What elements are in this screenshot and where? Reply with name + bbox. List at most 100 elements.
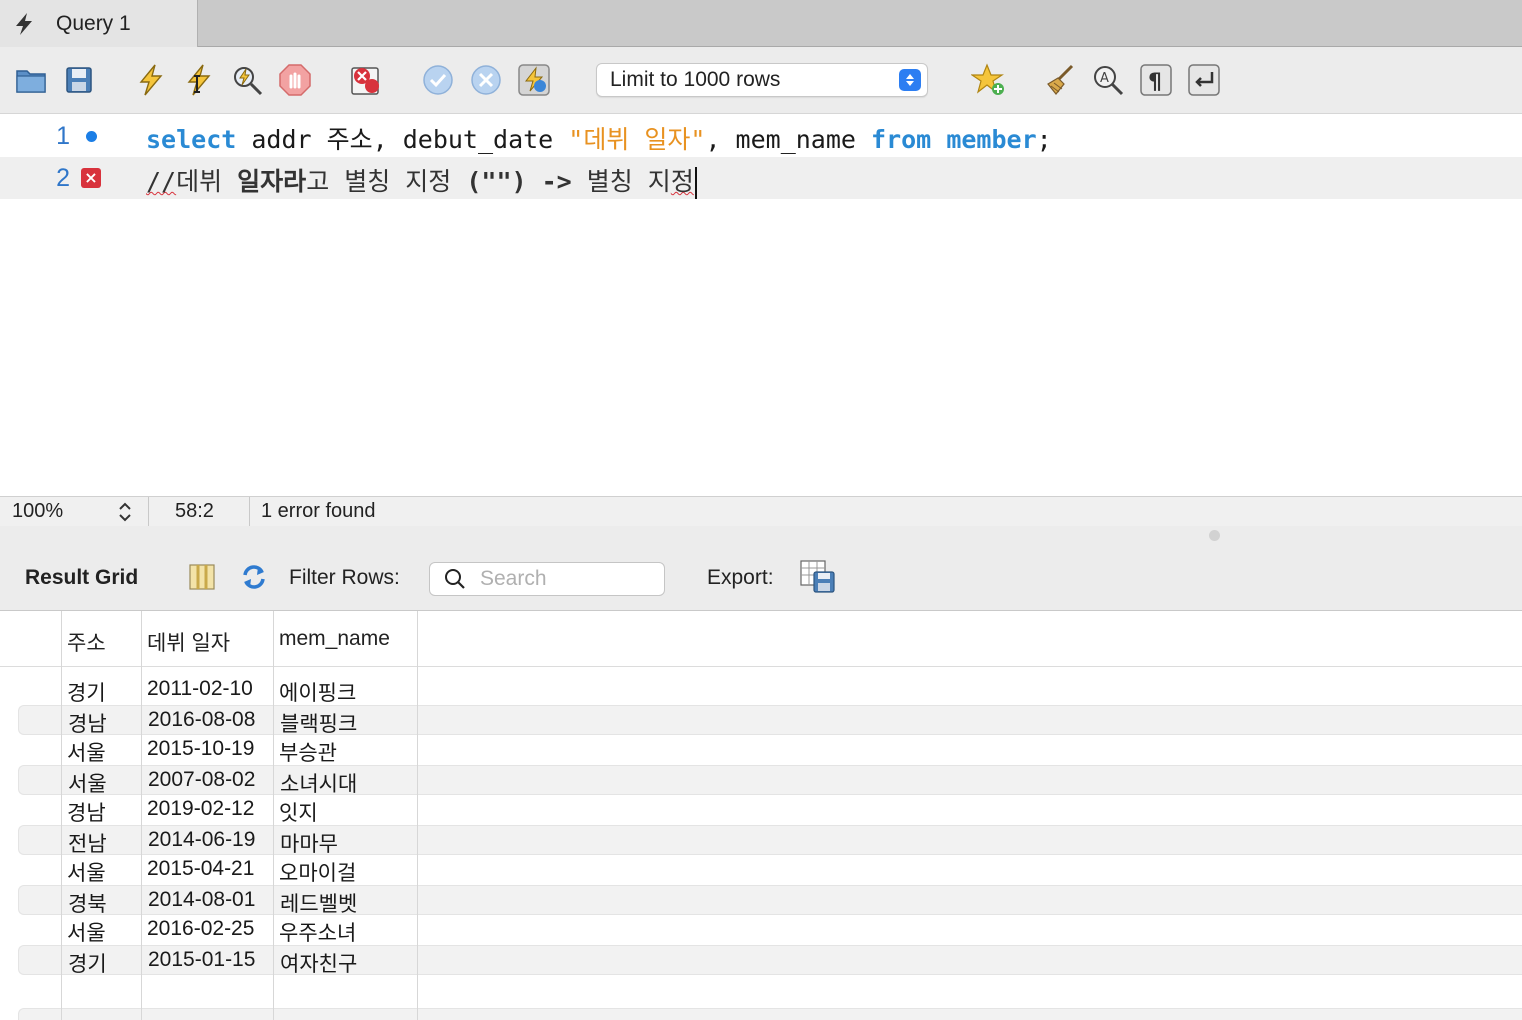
code-plain: addr 주소, debut_date <box>236 125 569 154</box>
table-cell[interactable]: 전남 <box>68 828 107 858</box>
table-cell[interactable]: 경남 <box>67 797 106 827</box>
column-header[interactable]: mem_name <box>279 627 390 651</box>
tab-query-1[interactable]: Query 1 <box>0 0 198 47</box>
svg-text:A: A <box>1100 71 1109 86</box>
lightning-icon <box>139 64 163 96</box>
pilcrow-icon: ¶ <box>1140 64 1172 96</box>
result-grid-label[interactable]: Result Grid <box>25 566 138 590</box>
code-error-token: // <box>146 167 177 196</box>
table-cell[interactable]: 경기 <box>67 677 106 707</box>
export-icon[interactable] <box>799 559 837 595</box>
table-row[interactable]: 서울 2007-08-02 소녀시대 <box>18 765 1522 798</box>
table-cell[interactable]: 오마이걸 <box>279 857 356 887</box>
table-cell[interactable]: 2016-02-25 <box>147 917 254 941</box>
table-row[interactable]: 경남 2019-02-12 잇지 <box>18 795 1522 825</box>
table-row[interactable]: 경남 2016-08-08 블랙핑크 <box>18 705 1522 738</box>
save-button[interactable] <box>59 60 99 100</box>
word-wrap-toggle[interactable] <box>1184 60 1224 100</box>
column-header[interactable]: 데뷔 일자 <box>147 627 230 657</box>
autocommit-toggle[interactable] <box>514 60 554 100</box>
tab-bar: Query 1 <box>0 0 1522 47</box>
table-row[interactable]: 경기 2015-01-15 여자친구 <box>18 945 1522 978</box>
result-grid[interactable]: 주소 데뷔 일자 mem_name 경기 2011-02-10 에이핑크경남 2016… <box>0 611 1522 1020</box>
table-cell[interactable]: 부승관 <box>279 737 337 767</box>
table-row[interactable]: 서울 2015-04-21 오마이걸 <box>18 855 1522 885</box>
execute-current-button[interactable] <box>179 60 219 100</box>
commit-button[interactable] <box>418 60 458 100</box>
broom-icon <box>1047 64 1074 95</box>
code-plain: , mem_name <box>705 125 872 154</box>
table-cell[interactable]: 2007-08-02 <box>148 768 255 792</box>
table-cell[interactable]: 2011-02-10 <box>147 677 253 701</box>
editor-status-bar: 100% 58:2 1 error found <box>0 496 1522 527</box>
explain-button[interactable] <box>227 60 267 100</box>
table-cell[interactable]: 경북 <box>68 888 107 918</box>
editor-line-2[interactable]: 2 × //데뷔 일자라고 별칭 지정 ("") -> 별칭 지정 <box>0 157 1522 199</box>
rollback-button[interactable] <box>466 60 506 100</box>
table-cell[interactable]: 2019-02-12 <box>147 797 254 821</box>
table-cell[interactable]: 2014-06-19 <box>148 828 255 852</box>
table-cell[interactable]: 레드벨벳 <box>280 888 357 918</box>
table-row[interactable]: 서울 2016-02-25 우주소녀 <box>18 915 1522 945</box>
grid-layout-icon[interactable] <box>187 562 217 592</box>
table-cell[interactable]: 2015-04-21 <box>147 857 254 881</box>
beautify-button[interactable] <box>1040 60 1080 100</box>
stop-button[interactable] <box>275 60 315 100</box>
table-cell[interactable]: 서울 <box>67 917 106 947</box>
open-file-button[interactable] <box>11 60 51 100</box>
table-row[interactable]: 경기 2011-02-10 에이핑크 <box>18 675 1522 705</box>
table-cell[interactable]: 서울 <box>67 737 106 767</box>
result-toolbar: Result Grid Filter Rows: Export: <box>0 526 1522 611</box>
table-cell[interactable]: 서울 <box>67 857 106 887</box>
stop-on-error-icon <box>351 67 379 95</box>
refresh-icon[interactable] <box>239 562 269 592</box>
lightning-cursor-icon <box>187 64 211 96</box>
export-label: Export: <box>707 566 774 589</box>
chevron-updown-icon <box>899 69 921 91</box>
limit-rows-select[interactable]: Limit to 1000 rows <box>596 63 928 97</box>
sql-editor[interactable]: 1 select addr 주소, debut_date "데뷔 일자", me… <box>0 115 1522 496</box>
folder-icon <box>16 70 46 93</box>
invisible-chars-toggle[interactable]: ¶ <box>1136 60 1176 100</box>
line-number: 1 <box>56 122 70 150</box>
resize-handle[interactable] <box>1209 530 1220 541</box>
table-cell[interactable]: 블랙핑크 <box>280 708 357 738</box>
table-cell[interactable]: 잇지 <box>279 797 318 827</box>
grid-header: 주소 데뷔 일자 mem_name <box>0 611 1522 667</box>
table-row[interactable]: 경북 2014-08-01 레드벨벳 <box>18 885 1522 918</box>
table-cell[interactable]: 마마무 <box>280 828 338 858</box>
table-cell[interactable]: 우주소녀 <box>279 917 356 947</box>
execute-button[interactable] <box>131 60 171 100</box>
table-cell[interactable]: 소녀시대 <box>280 768 357 798</box>
find-button[interactable]: A <box>1088 60 1128 100</box>
table-row[interactable]: 전남 2014-06-19 마마무 <box>18 825 1522 858</box>
sql-toolbar: Limit to 1000 rows A ¶ <box>0 47 1522 114</box>
table-cell[interactable]: 서울 <box>68 768 107 798</box>
code-text: //데뷔 일자라고 별칭 지정 ("") -> 별칭 지정 <box>146 162 697 199</box>
table-row[interactable]: 서울 2015-10-19 부승관 <box>18 735 1522 765</box>
editor-line-1[interactable]: 1 select addr 주소, debut_date "데뷔 일자", me… <box>0 115 1522 157</box>
empty-row <box>18 1008 1522 1020</box>
filter-search-field[interactable] <box>429 562 665 596</box>
zoom-level[interactable]: 100% <box>12 500 63 523</box>
table-cell[interactable]: 에이핑크 <box>279 677 356 707</box>
table-cell[interactable]: 경남 <box>68 708 107 738</box>
table-cell[interactable]: 2015-10-19 <box>147 737 254 761</box>
table-cell[interactable]: 경기 <box>68 948 107 978</box>
statement-dot-icon <box>85 130 97 142</box>
filter-search-input[interactable] <box>480 567 650 591</box>
zoom-stepper-icon[interactable] <box>116 500 134 524</box>
table-cell[interactable]: 2015-01-15 <box>148 948 255 972</box>
star-plus-icon <box>971 63 1004 95</box>
limit-rows-value: Limit to 1000 rows <box>610 68 781 91</box>
table-cell[interactable]: 2014-08-01 <box>148 888 255 912</box>
table-cell[interactable]: 여자친구 <box>280 948 357 978</box>
table-cell[interactable]: 2016-08-08 <box>148 708 255 732</box>
error-x-icon: × <box>81 168 101 188</box>
statement-marker <box>81 126 101 146</box>
stop-on-error-button[interactable] <box>346 60 386 100</box>
lightning-icon <box>16 12 32 35</box>
add-snippet-button[interactable] <box>969 60 1009 100</box>
column-header[interactable]: 주소 <box>67 627 106 657</box>
find-replace-icon: A <box>1094 66 1124 96</box>
